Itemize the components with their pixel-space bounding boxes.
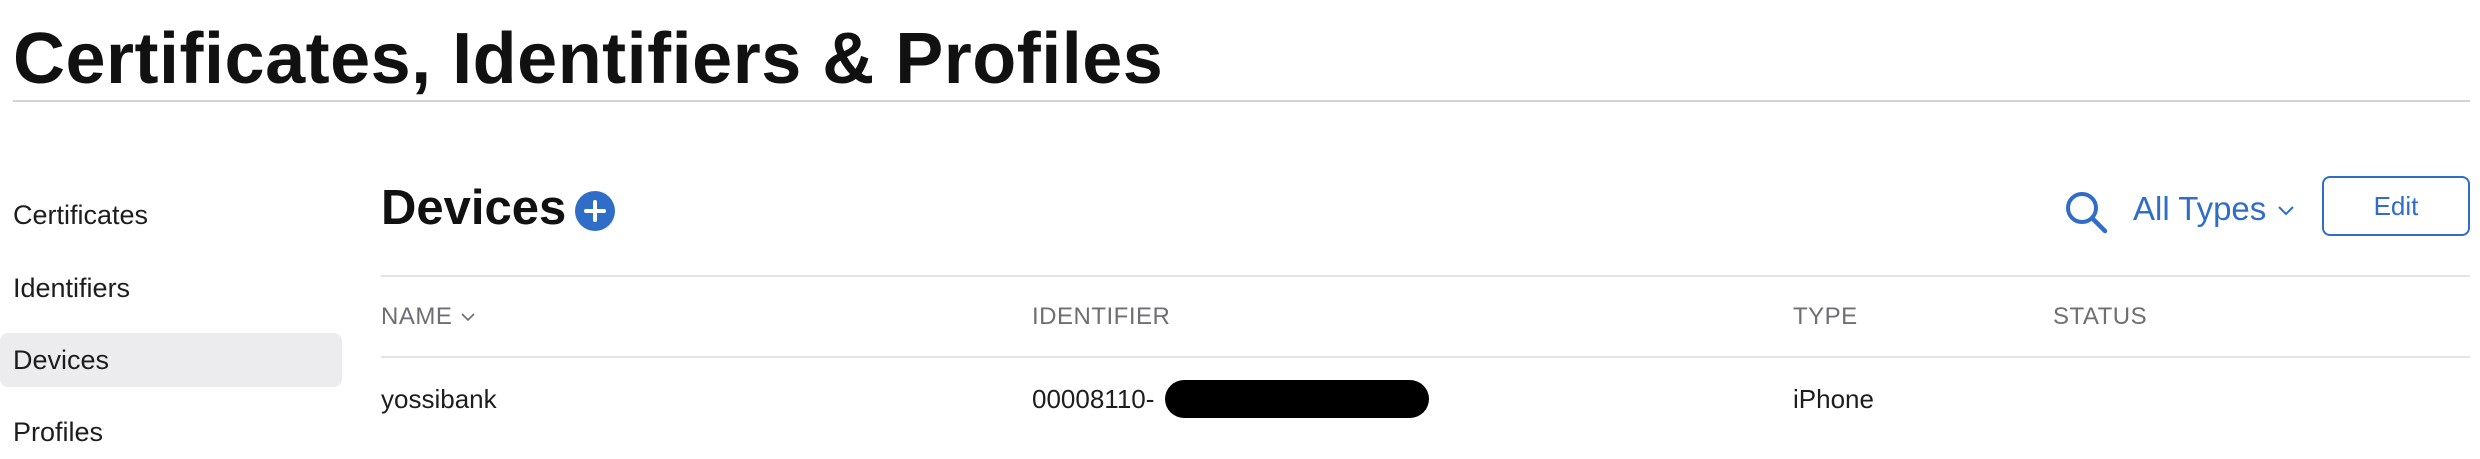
header-divider: [13, 100, 2470, 102]
redaction-mark: [1165, 380, 1429, 418]
table-header-divider: [381, 356, 2470, 358]
search-icon: [2066, 192, 2108, 234]
column-header-label: NAME: [381, 303, 453, 330]
sidebar-item-label: Profiles: [13, 417, 104, 447]
column-header-label: STATUS: [2053, 303, 2148, 330]
page-title: Certificates, Identifiers & Profiles: [13, 19, 1164, 99]
add-device-button[interactable]: [575, 191, 615, 231]
type-filter-value: All Types: [2133, 190, 2267, 227]
edit-button[interactable]: Edit: [2322, 176, 2470, 236]
device-identifier-cell: 00008110-: [1032, 384, 1155, 414]
sidebar-item-label: Identifiers: [13, 273, 131, 303]
sidebar-item-certificates[interactable]: Certificates: [0, 188, 342, 242]
sidebar-item-profiles[interactable]: Profiles: [0, 405, 342, 459]
sort-chevron-icon: [461, 313, 475, 322]
sidebar-item-devices[interactable]: Devices: [0, 333, 342, 387]
column-header-label: IDENTIFIER: [1032, 303, 1171, 330]
column-header-status: STATUS: [2053, 303, 2147, 331]
sidebar-item-identifiers[interactable]: Identifiers: [0, 261, 342, 315]
sidebar-item-label: Devices: [13, 345, 110, 375]
column-header-label: TYPE: [1793, 303, 1858, 330]
table-top-divider: [381, 275, 2470, 277]
type-filter-dropdown[interactable]: All Types: [2133, 186, 2296, 232]
column-header-type: TYPE: [1793, 303, 1858, 331]
column-header-name[interactable]: NAME: [381, 303, 476, 331]
search-button[interactable]: [2062, 188, 2110, 236]
sidebar-item-label: Certificates: [13, 200, 149, 230]
device-name-cell: yossibank: [381, 384, 497, 414]
section-heading: Devices: [381, 181, 567, 235]
device-type-cell: iPhone: [1793, 384, 1874, 414]
column-header-identifier: IDENTIFIER: [1032, 303, 1170, 331]
chevron-down-icon: [2278, 206, 2295, 216]
